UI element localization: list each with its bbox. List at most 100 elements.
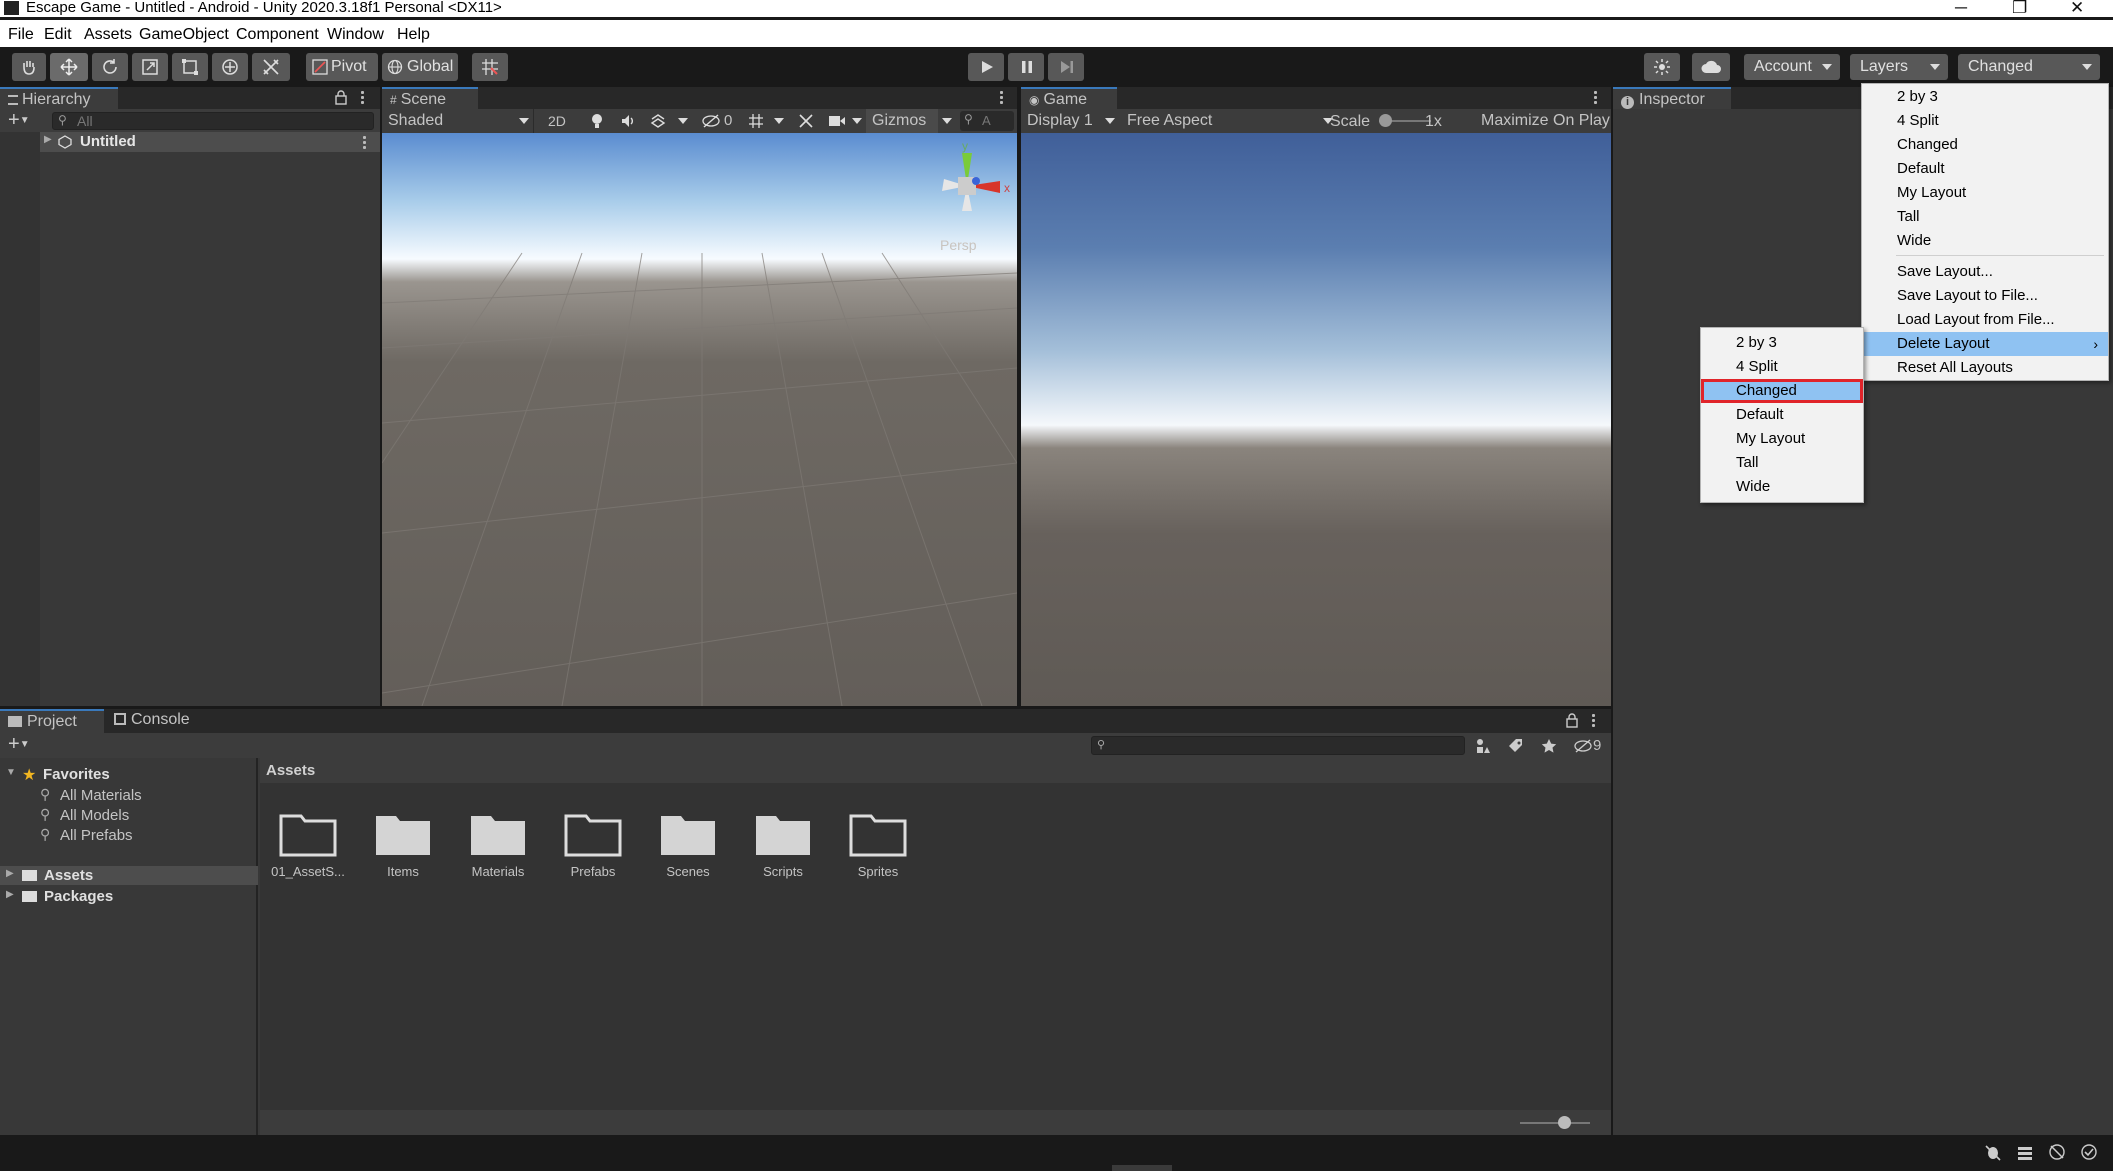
asset-folder[interactable] [563, 808, 623, 862]
layout-menu-item[interactable]: Default [1862, 157, 2108, 181]
menu-window[interactable]: Window [327, 26, 384, 44]
star-icon[interactable] [1541, 738, 1557, 754]
tab-scene[interactable]: # Scene [382, 87, 478, 109]
asset-folder[interactable] [848, 808, 908, 862]
save-layout-to-file-item[interactable]: Save Layout to File... [1862, 284, 2108, 308]
layout-menu-item[interactable]: Wide [1862, 229, 2108, 253]
menu-help[interactable]: Help [397, 26, 430, 44]
close-button[interactable]: ✕ [2070, 0, 2084, 18]
layout-menu-item[interactable]: Changed [1862, 133, 2108, 157]
layout-menu-item[interactable]: 4 Split [1862, 109, 2108, 133]
bug-icon[interactable] [1984, 1143, 2002, 1161]
label-tag-icon[interactable] [1508, 738, 1524, 754]
audio-icon[interactable] [620, 113, 636, 129]
expand-arrow-icon[interactable]: ▶ [6, 868, 14, 879]
tab-inspector[interactable]: i Inspector [1613, 87, 1731, 109]
delete-layout-option[interactable]: Wide [1701, 475, 1863, 499]
tab-console[interactable]: Console [106, 709, 216, 733]
menu-gameobject[interactable]: GameObject [139, 26, 229, 44]
global-toggle[interactable]: Global [382, 53, 458, 81]
display-dropdown[interactable]: Display 1 [1025, 109, 1119, 133]
load-layout-from-file-item[interactable]: Load Layout from File... [1862, 308, 2108, 332]
transform-tool-button[interactable] [212, 53, 248, 81]
project-search-input[interactable]: ⚲ [1091, 736, 1465, 755]
2d-toggle[interactable]: 2D [548, 113, 566, 129]
services-button[interactable] [1644, 53, 1680, 81]
step-button[interactable] [1048, 53, 1084, 81]
perspective-label[interactable]: Persp [940, 237, 977, 253]
hand-tool-button[interactable] [12, 53, 46, 81]
game-menu-icon[interactable] [1594, 96, 1597, 99]
scale-slider[interactable] [1379, 114, 1431, 127]
tab-game[interactable]: ◉ Game [1021, 87, 1117, 109]
custom-tool-button[interactable] [252, 53, 290, 81]
auto-generate-lighting-icon[interactable] [2048, 1143, 2066, 1161]
scene-menu-icon[interactable] [1000, 96, 1003, 99]
asset-folder[interactable] [658, 808, 718, 862]
chevron-down-icon[interactable] [852, 118, 862, 124]
chevron-down-icon[interactable] [678, 118, 688, 124]
play-button[interactable] [968, 53, 1004, 81]
aspect-dropdown[interactable]: Free Aspect [1123, 109, 1337, 133]
hierarchy-scene-row[interactable]: ▶ Untitled [40, 132, 380, 152]
account-dropdown[interactable]: Account [1744, 54, 1840, 80]
asset-folder[interactable] [278, 808, 338, 862]
menu-file[interactable]: File [8, 26, 34, 44]
orientation-gizmo[interactable]: y x [922, 139, 1012, 231]
expand-arrow-icon[interactable]: ▶ [6, 889, 14, 900]
checkmark-circle-icon[interactable] [2080, 1143, 2098, 1161]
favorite-item[interactable]: ⚲ All Materials [0, 786, 258, 805]
maximize-on-play-toggle[interactable]: Maximize On Play [1481, 112, 1610, 130]
scale-slider-thumb[interactable] [1379, 114, 1392, 127]
grid-icon[interactable] [748, 113, 764, 129]
chevron-down-icon[interactable] [774, 118, 784, 124]
favorite-item[interactable]: ⚲ All Prefabs [0, 826, 258, 845]
menu-component[interactable]: Component [236, 26, 319, 44]
rotate-tool-button[interactable] [92, 53, 128, 81]
favorite-item[interactable]: ⚲ All Models [0, 806, 258, 825]
layout-menu-item[interactable]: My Layout [1862, 181, 2108, 205]
effects-icon[interactable] [650, 113, 666, 129]
gizmos-dropdown[interactable]: Gizmos [866, 109, 938, 133]
delete-layout-option[interactable]: 2 by 3 [1701, 331, 1863, 355]
lighting-icon[interactable] [590, 113, 604, 129]
cache-server-icon[interactable] [2016, 1143, 2034, 1161]
layout-menu-item[interactable]: Tall [1862, 205, 2108, 229]
hierarchy-menu-icon[interactable] [361, 96, 364, 99]
expand-arrow-icon[interactable]: ▼ [6, 767, 16, 778]
asset-folder[interactable] [753, 808, 813, 862]
move-tool-button[interactable] [50, 53, 88, 81]
delete-layout-option[interactable]: 4 Split [1701, 355, 1863, 379]
delete-layout-option[interactable]: Default [1701, 403, 1863, 427]
scene-menu-icon[interactable] [363, 141, 366, 144]
save-layout-item[interactable]: Save Layout... [1862, 260, 2108, 284]
favorites-row[interactable]: ▼ ★ Favorites [0, 766, 258, 784]
layout-menu-item[interactable]: 2 by 3 [1862, 85, 2108, 109]
collab-button[interactable] [1692, 53, 1730, 81]
lock-icon[interactable] [1565, 713, 1579, 728]
project-menu-icon[interactable] [1592, 719, 1595, 722]
shading-dropdown[interactable]: Shaded [386, 109, 534, 133]
filter-type-icon[interactable] [1475, 738, 1491, 754]
menu-assets[interactable]: Assets [84, 26, 132, 44]
menu-edit[interactable]: Edit [44, 26, 72, 44]
create-asset-button[interactable]: +▼ [8, 733, 30, 756]
tools-icon[interactable] [798, 113, 814, 129]
rect-tool-button[interactable] [172, 53, 208, 81]
asset-folder[interactable] [468, 808, 528, 862]
grid-snap-button[interactable] [472, 53, 508, 81]
delete-layout-option[interactable]: Tall [1701, 451, 1863, 475]
scene-search-input[interactable]: ⚲ A [960, 111, 1014, 131]
chevron-down-icon[interactable] [942, 118, 952, 124]
reset-all-layouts-item[interactable]: Reset All Layouts [1862, 356, 2108, 380]
tab-project[interactable]: Project [0, 709, 104, 733]
scale-tool-button[interactable] [132, 53, 168, 81]
pivot-toggle[interactable]: Pivot [306, 53, 378, 81]
icon-size-slider-thumb[interactable] [1558, 1116, 1571, 1129]
tree-item-assets[interactable]: ▶ Assets [0, 866, 258, 885]
hidden-objects-icon[interactable] [702, 113, 720, 129]
tree-item-packages[interactable]: ▶ Packages [0, 887, 258, 906]
camera-icon[interactable] [828, 114, 846, 128]
layers-dropdown[interactable]: Layers [1850, 54, 1948, 80]
scene-viewport[interactable]: y x Persp [382, 133, 1017, 706]
